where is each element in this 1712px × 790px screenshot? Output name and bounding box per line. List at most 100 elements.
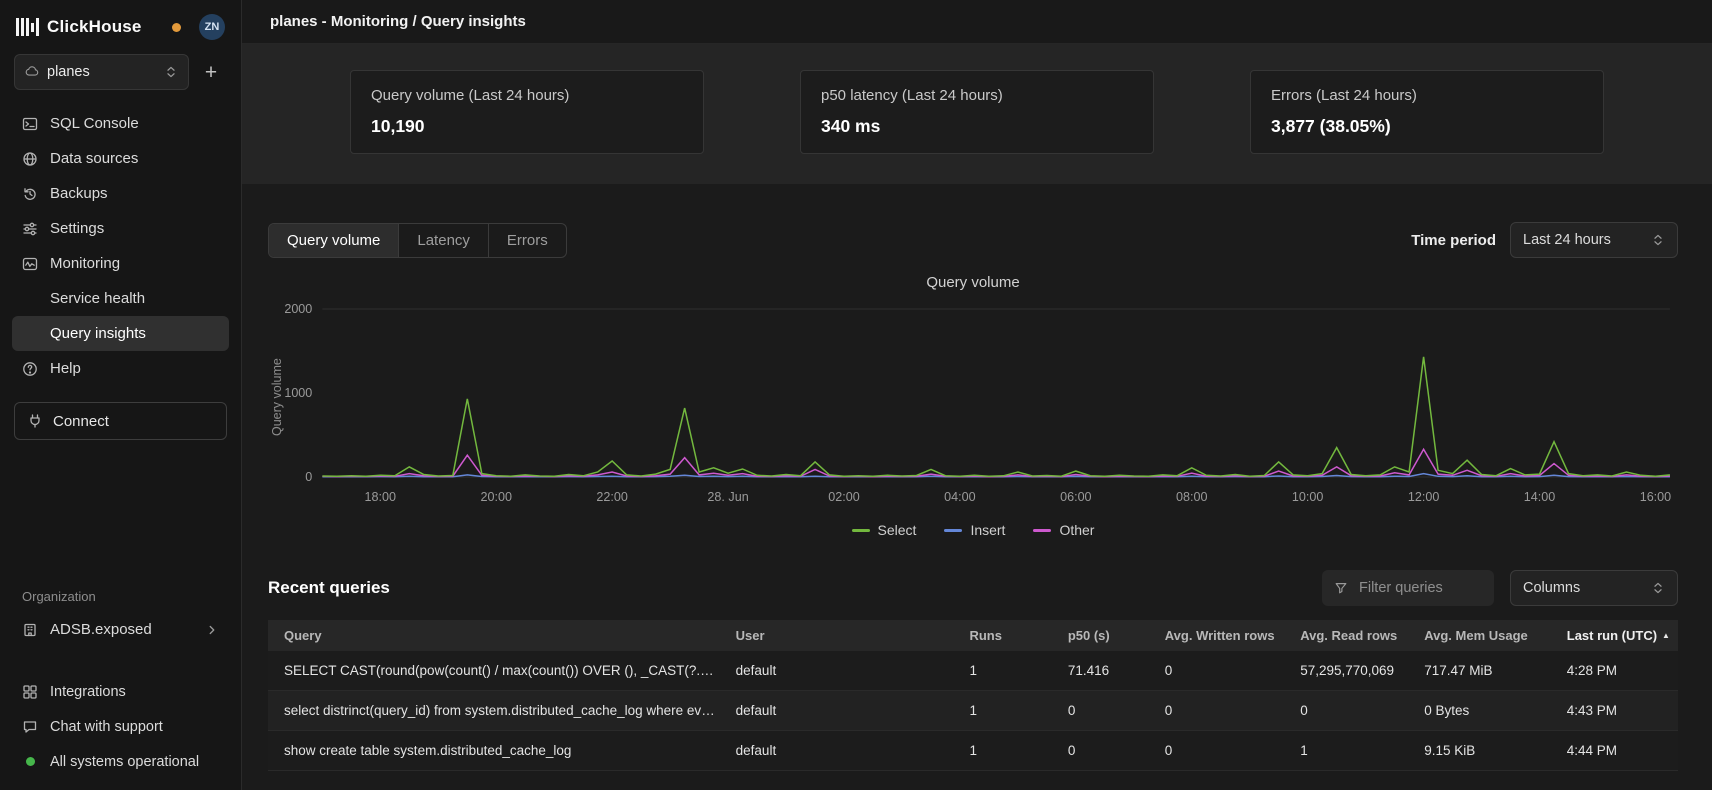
y-axis-label: Query volume [270, 358, 284, 436]
table-row[interactable]: SELECT CAST(round(pow(count() / max(coun… [268, 651, 1678, 691]
sidebar-item-service-health[interactable]: Service health [12, 281, 229, 316]
sidebar-item-query-insights[interactable]: Query insights [12, 316, 229, 351]
chart-tabs: Query volume Latency Errors [268, 223, 567, 258]
sidebar-item-sql-console[interactable]: SQL Console [12, 106, 229, 141]
svg-text:08:00: 08:00 [1176, 490, 1208, 504]
legend-label: Select [878, 522, 917, 538]
chart-title: Query volume [268, 274, 1678, 291]
table-row[interactable]: show create table system.distributed_cac… [268, 731, 1678, 771]
cell-user: default [726, 731, 960, 771]
cell-avg-mem-usage: 717.47 MiB [1414, 651, 1557, 691]
organization-item[interactable]: ADSB.exposed [12, 612, 229, 647]
svg-text:18:00: 18:00 [365, 490, 397, 504]
legend-item-insert[interactable]: Insert [944, 522, 1005, 538]
svg-text:0: 0 [305, 470, 312, 484]
tab-query-volume[interactable]: Query volume [269, 224, 398, 257]
plug-icon [27, 413, 43, 429]
col-header-user[interactable]: User [726, 620, 960, 651]
add-service-button[interactable]: + [195, 56, 227, 88]
cell-query: select distrinct(query_id) from system.d… [268, 691, 726, 731]
backup-clock-icon [22, 186, 39, 202]
col-header-avg-written-rows[interactable]: Avg. Written rows [1155, 620, 1290, 651]
time-period-value: Last 24 hours [1523, 232, 1611, 248]
stat-card-query-volume: Query volume (Last 24 hours) 10,190 [350, 70, 704, 154]
legend-swatch [852, 529, 870, 532]
notification-dot[interactable] [172, 23, 181, 32]
col-header-query[interactable]: Query [268, 620, 726, 651]
svg-text:28. Jun: 28. Jun [707, 490, 748, 504]
sidebar-item-label: Integrations [50, 684, 126, 700]
help-circle-icon [22, 361, 39, 377]
col-header-last-run[interactable]: Last run (UTC)▲ [1557, 620, 1678, 651]
cell-query: show create table system.distributed_cac… [268, 731, 726, 771]
pulse-icon [22, 256, 39, 272]
cell-avg-mem-usage: 0 Bytes [1414, 691, 1557, 731]
columns-label: Columns [1523, 580, 1580, 596]
cell-avg-read-rows: 57,295,770,069 [1290, 651, 1414, 691]
filter-queries-input[interactable] [1357, 579, 1475, 597]
organization-name: ADSB.exposed [50, 621, 152, 638]
recent-queries-controls: Columns [1322, 570, 1678, 606]
svg-text:02:00: 02:00 [828, 490, 860, 504]
chevron-up-down-icon [1651, 581, 1665, 595]
chart-legend: Select Insert Other [268, 522, 1678, 538]
sidebar-item-backups[interactable]: Backups [12, 176, 229, 211]
svg-text:14:00: 14:00 [1524, 490, 1556, 504]
stat-value: 3,877 (38.05%) [1271, 116, 1583, 137]
sidebar-item-integrations[interactable]: Integrations [12, 675, 229, 708]
cell-p50: 0 [1058, 691, 1155, 731]
content: Query volume Latency Errors Time period … [242, 184, 1712, 790]
connect-button[interactable]: Connect [14, 402, 227, 440]
col-header-p50[interactable]: p50 (s) [1058, 620, 1155, 651]
sidebar-item-label: SQL Console [50, 115, 139, 132]
filter-queries-input-wrap[interactable] [1322, 570, 1494, 606]
chevron-up-down-icon [1651, 233, 1665, 247]
time-period-control: Time period Last 24 hours [1411, 222, 1678, 258]
time-period-select[interactable]: Last 24 hours [1510, 222, 1678, 258]
cell-last-run: 4:44 PM [1557, 731, 1678, 771]
columns-select[interactable]: Columns [1510, 570, 1678, 606]
col-header-runs[interactable]: Runs [959, 620, 1057, 651]
cell-user: default [726, 691, 960, 731]
cell-last-run: 4:43 PM [1557, 691, 1678, 731]
svg-text:12:00: 12:00 [1408, 490, 1440, 504]
sidebar-item-monitoring[interactable]: Monitoring [12, 246, 229, 281]
service-selector[interactable]: planes [14, 54, 189, 90]
clickhouse-logo-icon [16, 18, 39, 36]
legend-label: Other [1059, 522, 1094, 538]
main-panel: planes - Monitoring / Query insights Que… [242, 0, 1712, 790]
sidebar-item-help[interactable]: Help [12, 351, 229, 386]
service-icon [25, 65, 39, 79]
legend-item-other[interactable]: Other [1033, 522, 1094, 538]
sidebar-item-label: Service health [50, 290, 145, 307]
tab-latency[interactable]: Latency [398, 224, 488, 257]
col-header-avg-read-rows[interactable]: Avg. Read rows [1290, 620, 1414, 651]
breadcrumb-text: planes - Monitoring / Query insights [270, 13, 526, 30]
avatar[interactable]: ZN [199, 14, 225, 40]
svg-text:16:00: 16:00 [1640, 490, 1672, 504]
sidebar-item-chat-support[interactable]: Chat with support [12, 710, 229, 743]
sidebar-item-label: Settings [50, 220, 104, 237]
svg-text:1000: 1000 [284, 386, 312, 400]
chevron-right-icon [205, 623, 219, 637]
sidebar-item-settings[interactable]: Settings [12, 211, 229, 246]
tab-errors[interactable]: Errors [488, 224, 566, 257]
breadcrumb: planes - Monitoring / Query insights [242, 0, 1712, 44]
cell-last-run: 4:28 PM [1557, 651, 1678, 691]
sidebar-item-label: Backups [50, 185, 108, 202]
query-volume-chart: 01000200018:0020:0022:0028. Jun02:0004:0… [268, 295, 1678, 520]
svg-text:04:00: 04:00 [944, 490, 976, 504]
col-header-avg-mem-usage[interactable]: Avg. Mem Usage [1414, 620, 1557, 651]
cell-p50: 0 [1058, 731, 1155, 771]
cell-avg-mem-usage: 9.15 KiB [1414, 731, 1557, 771]
sidebar-item-label: Chat with support [50, 719, 163, 735]
cell-avg-written-rows: 0 [1155, 651, 1290, 691]
stat-value: 340 ms [821, 116, 1133, 137]
table-row[interactable]: select distrinct(query_id) from system.d… [268, 691, 1678, 731]
sort-asc-icon: ▲ [1662, 631, 1670, 640]
cell-runs: 1 [959, 691, 1057, 731]
building-icon [22, 622, 39, 638]
legend-item-select[interactable]: Select [852, 522, 917, 538]
sidebar-item-data-sources[interactable]: Data sources [12, 141, 229, 176]
sidebar-item-system-status[interactable]: All systems operational [12, 745, 229, 778]
